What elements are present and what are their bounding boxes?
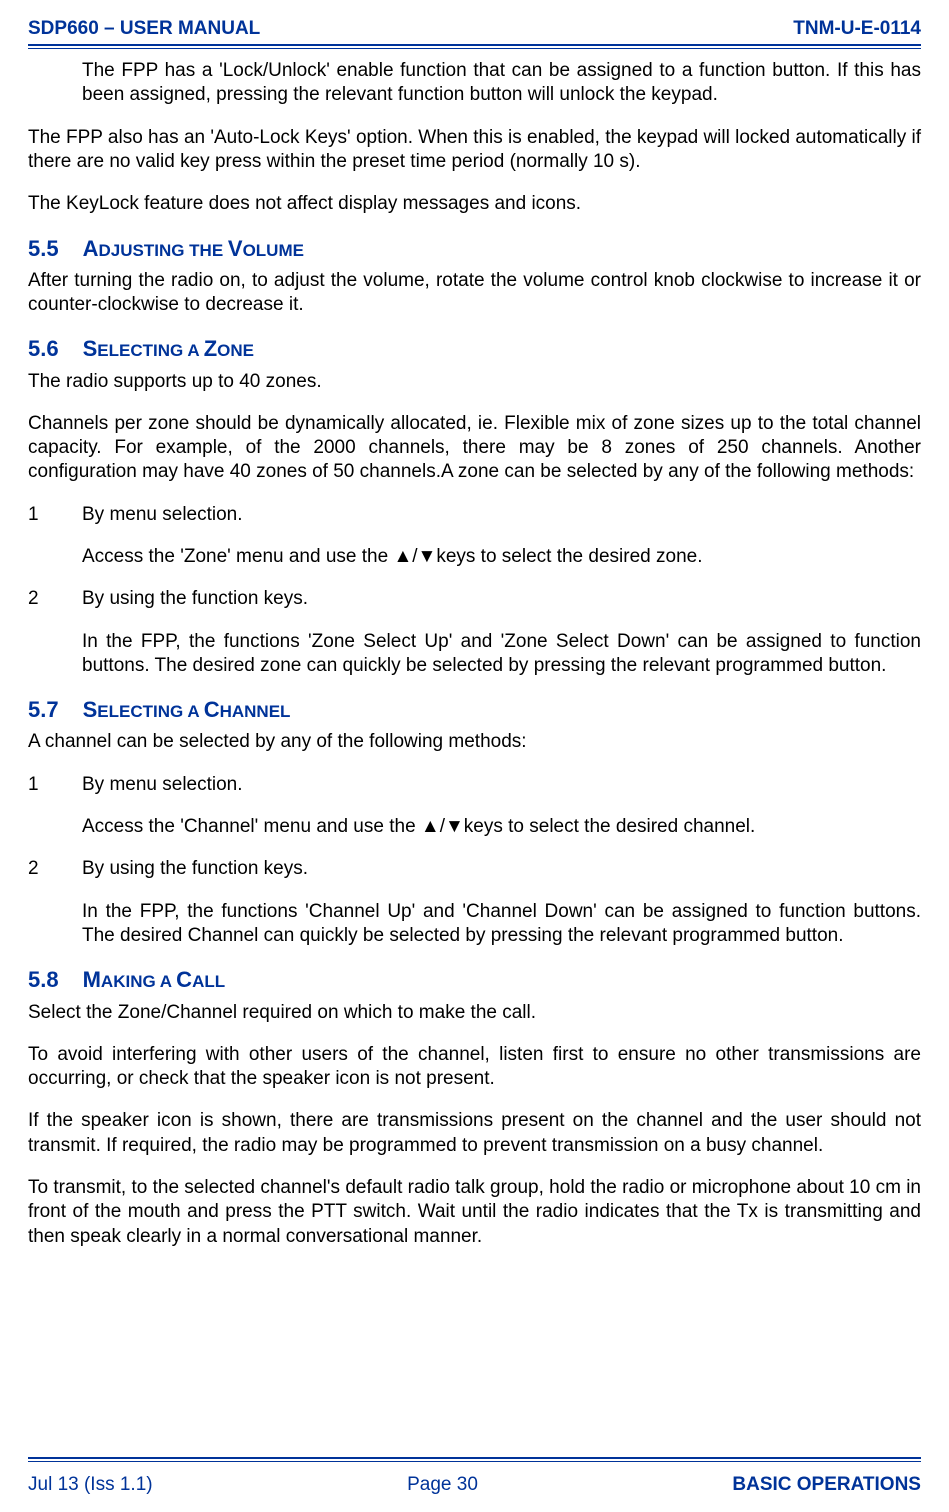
heading-text: ADJUSTING THE VOLUME — [83, 236, 304, 261]
heading-text: MAKING A CALL — [83, 967, 226, 992]
list-number: 2 — [28, 857, 82, 881]
list-item: 1 By menu selection. — [28, 773, 921, 797]
paragraph: The radio supports up to 40 zones. — [28, 370, 921, 394]
paragraph: In the FPP, the functions 'Zone Select U… — [82, 630, 921, 679]
paragraph: Select the Zone/Channel required on whic… — [28, 1001, 921, 1025]
list-item: 2 By using the function keys. — [28, 857, 921, 881]
list-text: By menu selection. — [82, 503, 921, 527]
heading-number: 5.7 — [28, 697, 59, 722]
list-number: 1 — [28, 503, 82, 527]
paragraph: Access the 'Zone' menu and use the ▲/▼ke… — [82, 545, 921, 569]
heading-text: SELECTING A CHANNEL — [83, 697, 291, 722]
footer-rule — [28, 1457, 921, 1462]
paragraph: A channel can be selected by any of the … — [28, 730, 921, 754]
heading-5-6: 5.6 SELECTING A ZONE — [28, 335, 921, 363]
heading-5-5: 5.5 ADJUSTING THE VOLUME — [28, 235, 921, 263]
page: SDP660 – USER MANUAL TNM-U-E-0114 The FP… — [0, 0, 949, 1512]
page-footer: Jul 13 (Iss 1.1) Page 30 BASIC OPERATION… — [28, 1474, 921, 1496]
paragraph: After turning the radio on, to adjust th… — [28, 269, 921, 318]
heading-5-8: 5.8 MAKING A CALL — [28, 966, 921, 994]
header-rule — [28, 44, 921, 49]
paragraph: The FPP has a 'Lock/Unlock' enable funct… — [82, 59, 921, 108]
footer-right: BASIC OPERATIONS — [732, 1474, 921, 1496]
paragraph: To avoid interfering with other users of… — [28, 1043, 921, 1092]
paragraph: Channels per zone should be dynamically … — [28, 412, 921, 485]
paragraph: The KeyLock feature does not affect disp… — [28, 192, 921, 216]
paragraph: The FPP also has an 'Auto-Lock Keys' opt… — [28, 126, 921, 175]
paragraph: To transmit, to the selected channel's d… — [28, 1176, 921, 1249]
list-number: 1 — [28, 773, 82, 797]
list-text: By using the function keys. — [82, 587, 921, 611]
heading-number: 5.8 — [28, 967, 59, 992]
footer-center: Page 30 — [407, 1474, 478, 1496]
page-header: SDP660 – USER MANUAL TNM-U-E-0114 — [28, 18, 921, 42]
list-text: By menu selection. — [82, 773, 921, 797]
body: The FPP has a 'Lock/Unlock' enable funct… — [28, 59, 921, 1249]
list-item: 1 By menu selection. — [28, 503, 921, 527]
list-item: 2 By using the function keys. — [28, 587, 921, 611]
footer-left: Jul 13 (Iss 1.1) — [28, 1474, 153, 1496]
heading-text: SELECTING A ZONE — [83, 336, 254, 361]
paragraph: Access the 'Channel' menu and use the ▲/… — [82, 815, 921, 839]
heading-5-7: 5.7 SELECTING A CHANNEL — [28, 696, 921, 724]
list-text: By using the function keys. — [82, 857, 921, 881]
heading-number: 5.6 — [28, 336, 59, 361]
list-number: 2 — [28, 587, 82, 611]
header-left: SDP660 – USER MANUAL — [28, 18, 260, 40]
paragraph: If the speaker icon is shown, there are … — [28, 1109, 921, 1158]
heading-number: 5.5 — [28, 236, 59, 261]
header-right: TNM-U-E-0114 — [793, 18, 921, 40]
paragraph: In the FPP, the functions 'Channel Up' a… — [82, 900, 921, 949]
